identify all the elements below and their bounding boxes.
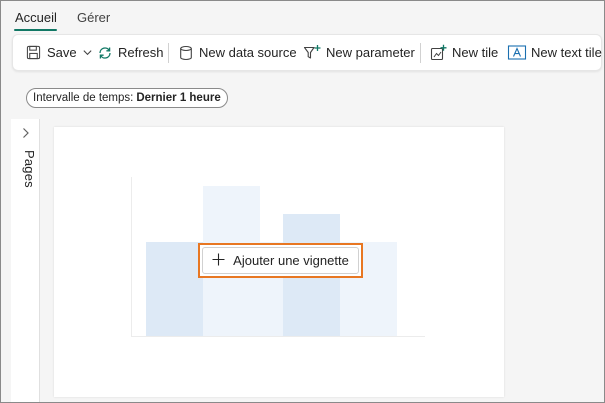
toolbar-divider — [168, 43, 169, 63]
time-range-label: Intervalle de temps: — [33, 92, 134, 104]
new-data-source-label: New data source — [199, 45, 297, 60]
save-button[interactable]: Save — [26, 35, 93, 70]
time-range-value: Dernier 1 heure — [136, 92, 221, 104]
text-box-icon — [507, 44, 527, 61]
pages-panel: Pages — [11, 119, 40, 402]
toolbar-divider — [420, 43, 421, 63]
save-icon — [26, 45, 41, 60]
filter-add-icon — [303, 44, 322, 61]
add-tile-label: Ajouter une vignette — [233, 253, 349, 268]
new-text-tile-button[interactable]: New text tile — [507, 35, 602, 70]
tile-add-icon — [430, 44, 448, 61]
ribbon-tabs: Accueil Gérer — [1, 1, 604, 34]
new-tile-label: New tile — [452, 45, 499, 60]
chevron-down-icon[interactable] — [82, 47, 93, 58]
new-tile-button[interactable]: New tile — [430, 35, 498, 70]
placeholder-bar — [146, 242, 203, 337]
tab-gerer[interactable]: Gérer — [77, 10, 110, 25]
toolbar: Save Refresh New data source New paramet… — [12, 34, 602, 71]
database-icon — [179, 45, 193, 61]
new-parameter-label: New parameter — [326, 45, 415, 60]
refresh-label: Refresh — [118, 45, 164, 60]
add-tile-button[interactable]: Ajouter une vignette — [198, 243, 363, 278]
placeholder-y-axis — [131, 177, 132, 336]
dashboard-window: Accueil Gérer Save Refresh New data sour… — [0, 0, 605, 403]
new-data-source-button[interactable]: New data source — [179, 35, 297, 70]
dashboard-canvas: Ajouter une vignette — [54, 127, 504, 397]
tab-accueil[interactable]: Accueil — [15, 10, 57, 25]
plus-icon — [212, 253, 233, 269]
pages-label: Pages — [22, 150, 37, 188]
refresh-button[interactable]: Refresh — [97, 35, 164, 70]
save-label: Save — [47, 45, 77, 60]
refresh-icon — [97, 45, 113, 61]
time-range-filter[interactable]: Intervalle de temps: Dernier 1 heure — [26, 88, 228, 108]
chevron-right-icon[interactable] — [21, 127, 30, 142]
add-tile-button-body[interactable]: Ajouter une vignette — [202, 247, 359, 274]
active-tab-indicator — [14, 29, 57, 31]
placeholder-x-axis — [131, 336, 425, 337]
new-parameter-button[interactable]: New parameter — [303, 35, 415, 70]
new-text-tile-label: New text tile — [531, 45, 602, 60]
